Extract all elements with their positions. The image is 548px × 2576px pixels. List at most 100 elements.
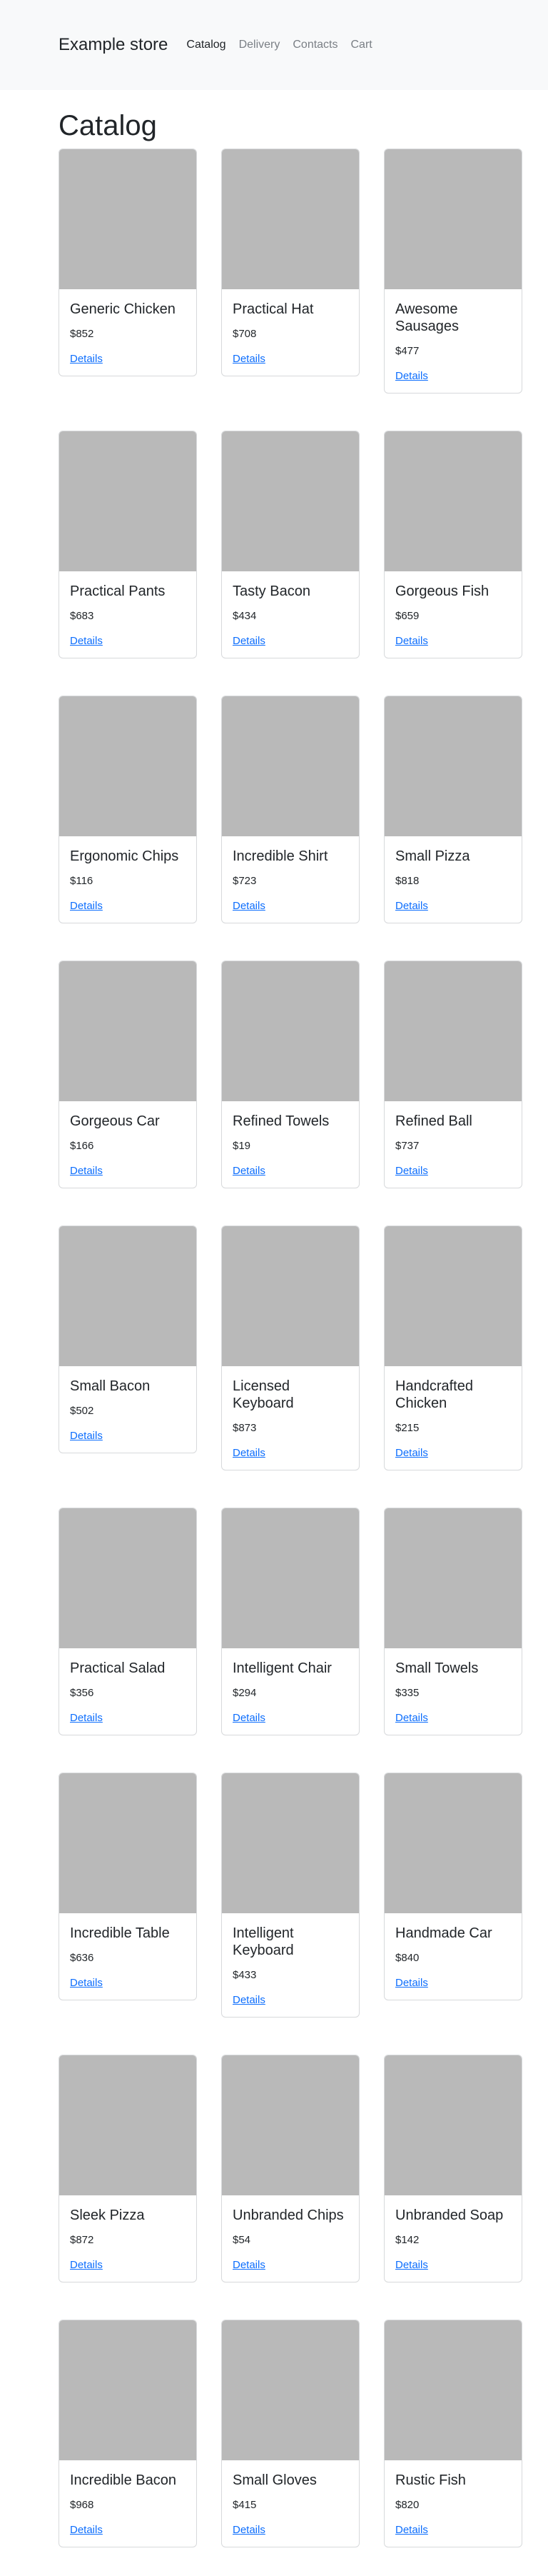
product-image-placeholder[interactable] bbox=[385, 2320, 522, 2460]
product-details-link[interactable]: Details bbox=[233, 1165, 265, 1177]
product-card: Gorgeous Car $166 Details bbox=[59, 961, 197, 1188]
product-image-placeholder[interactable] bbox=[222, 1508, 359, 1648]
product-details-link[interactable]: Details bbox=[395, 900, 428, 912]
product-card: Practical Pants $683 Details bbox=[59, 431, 197, 658]
product-details-link[interactable]: Details bbox=[233, 2259, 265, 2271]
product-image-placeholder[interactable] bbox=[59, 431, 196, 571]
nav-link-catalog[interactable]: Catalog bbox=[186, 39, 225, 51]
nav-link-contacts[interactable]: Contacts bbox=[293, 39, 338, 51]
product-image-placeholder[interactable] bbox=[222, 1226, 359, 1366]
product-image-placeholder[interactable] bbox=[385, 696, 522, 836]
product-price: $54 bbox=[233, 2234, 251, 2246]
product-price: $434 bbox=[233, 610, 257, 622]
product-price: $636 bbox=[70, 1952, 94, 1964]
product-card-body: Small Gloves $415 Details bbox=[222, 2460, 359, 2547]
product-price: $840 bbox=[395, 1952, 420, 1964]
product-image-placeholder[interactable] bbox=[222, 2320, 359, 2460]
product-price: $215 bbox=[395, 1422, 420, 1434]
product-details-link[interactable]: Details bbox=[233, 900, 265, 912]
product-card-body: Refined Ball $737 Details bbox=[385, 1101, 522, 1188]
product-image-placeholder[interactable] bbox=[385, 961, 522, 1101]
product-card: Handmade Car $840 Details bbox=[384, 1773, 522, 2000]
product-card-body: Rustic Fish $820 Details bbox=[385, 2460, 522, 2547]
brand-link[interactable]: Example store bbox=[59, 35, 168, 55]
product-image-placeholder[interactable] bbox=[59, 149, 196, 289]
product-image-placeholder[interactable] bbox=[385, 431, 522, 571]
product-image-placeholder[interactable] bbox=[222, 961, 359, 1101]
product-card: Small Gloves $415 Details bbox=[221, 2320, 360, 2547]
product-card: Small Towels $335 Details bbox=[384, 1508, 522, 1735]
product-details-link[interactable]: Details bbox=[395, 2259, 428, 2271]
product-image-placeholder[interactable] bbox=[59, 1226, 196, 1366]
product-name: Gorgeous Fish bbox=[395, 583, 489, 599]
product-image-placeholder[interactable] bbox=[59, 1508, 196, 1648]
product-price: $968 bbox=[70, 2499, 94, 2511]
product-price: $683 bbox=[70, 610, 94, 622]
product-details-link[interactable]: Details bbox=[395, 1447, 428, 1459]
product-name: Ergonomic Chips bbox=[70, 848, 179, 864]
product-image-placeholder[interactable] bbox=[222, 696, 359, 836]
product-image-placeholder[interactable] bbox=[59, 1773, 196, 1913]
product-image-placeholder[interactable] bbox=[59, 961, 196, 1101]
product-price: $477 bbox=[395, 345, 420, 357]
product-details-link[interactable]: Details bbox=[395, 635, 428, 647]
product-details-link[interactable]: Details bbox=[395, 1165, 428, 1177]
product-name: Small Bacon bbox=[70, 1378, 151, 1394]
product-name: Small Towels bbox=[395, 1660, 479, 1676]
product-card: Intelligent Keyboard $433 Details bbox=[221, 1773, 360, 2018]
product-details-link[interactable]: Details bbox=[70, 1977, 103, 1989]
product-image-placeholder[interactable] bbox=[385, 149, 522, 289]
product-image-placeholder[interactable] bbox=[385, 2055, 522, 2195]
product-name: Incredible Table bbox=[70, 1925, 170, 1941]
product-details-link[interactable]: Details bbox=[70, 2524, 103, 2536]
product-image-placeholder[interactable] bbox=[222, 2055, 359, 2195]
product-card: Unbranded Chips $54 Details bbox=[221, 2055, 360, 2282]
product-image-placeholder[interactable] bbox=[385, 1508, 522, 1648]
product-image-placeholder[interactable] bbox=[222, 431, 359, 571]
product-image-placeholder[interactable] bbox=[59, 2320, 196, 2460]
product-name: Refined Towels bbox=[233, 1113, 330, 1129]
product-details-link[interactable]: Details bbox=[70, 900, 103, 912]
product-card: Unbranded Soap $142 Details bbox=[384, 2055, 522, 2282]
product-card-body: Handmade Car $840 Details bbox=[385, 1913, 522, 2000]
product-price: $708 bbox=[233, 328, 257, 340]
product-details-link[interactable]: Details bbox=[70, 1712, 103, 1724]
product-details-link[interactable]: Details bbox=[233, 353, 265, 365]
product-image-placeholder[interactable] bbox=[59, 696, 196, 836]
product-card: Refined Towels $19 Details bbox=[221, 961, 360, 1188]
product-details-link[interactable]: Details bbox=[70, 353, 103, 365]
product-card-body: Incredible Table $636 Details bbox=[59, 1913, 196, 2000]
product-card-body: Gorgeous Car $166 Details bbox=[59, 1101, 196, 1188]
product-card: Generic Chicken $852 Details bbox=[59, 149, 197, 376]
product-details-link[interactable]: Details bbox=[395, 1712, 428, 1724]
product-details-link[interactable]: Details bbox=[233, 1994, 265, 2006]
product-image-placeholder[interactable] bbox=[222, 149, 359, 289]
product-card-body: Small Towels $335 Details bbox=[385, 1648, 522, 1735]
product-details-link[interactable]: Details bbox=[233, 635, 265, 647]
product-details-link[interactable]: Details bbox=[395, 370, 428, 382]
product-price: $415 bbox=[233, 2499, 257, 2511]
nav-link-delivery[interactable]: Delivery bbox=[239, 39, 280, 51]
product-details-link[interactable]: Details bbox=[233, 1712, 265, 1724]
product-card-body: Practical Pants $683 Details bbox=[59, 571, 196, 658]
product-details-link[interactable]: Details bbox=[395, 2524, 428, 2536]
product-card: Small Bacon $502 Details bbox=[59, 1226, 197, 1453]
product-details-link[interactable]: Details bbox=[70, 1165, 103, 1177]
product-price: $356 bbox=[70, 1687, 94, 1699]
product-image-placeholder[interactable] bbox=[59, 2055, 196, 2195]
product-image-placeholder[interactable] bbox=[222, 1773, 359, 1913]
product-image-placeholder[interactable] bbox=[385, 1773, 522, 1913]
product-details-link[interactable]: Details bbox=[395, 1977, 428, 1989]
product-details-link[interactable]: Details bbox=[70, 1430, 103, 1442]
product-card-body: Refined Towels $19 Details bbox=[222, 1101, 359, 1188]
product-price: $116 bbox=[70, 875, 93, 887]
product-price: $166 bbox=[70, 1140, 94, 1152]
product-details-link[interactable]: Details bbox=[233, 2524, 265, 2536]
page-title-text: Catalog bbox=[59, 110, 157, 141]
product-details-link[interactable]: Details bbox=[233, 1447, 265, 1459]
nav-link-cart[interactable]: Cart bbox=[351, 39, 372, 51]
product-image-placeholder[interactable] bbox=[385, 1226, 522, 1366]
product-price: $852 bbox=[70, 328, 94, 340]
product-details-link[interactable]: Details bbox=[70, 2259, 103, 2271]
product-details-link[interactable]: Details bbox=[70, 635, 103, 647]
